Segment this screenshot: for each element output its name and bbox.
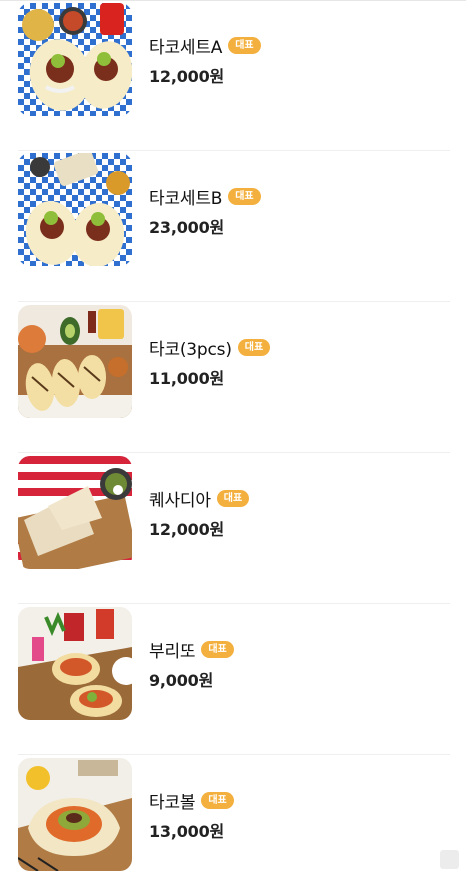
taco-set-photo[interactable] (18, 153, 132, 266)
menu-item-name: 부리또 (149, 641, 196, 662)
quesadilla-photo[interactable] (18, 456, 132, 569)
menu-item[interactable]: 퀘사디아 대표 12,000원 (0, 453, 466, 604)
tacos-photo[interactable] (18, 305, 132, 418)
menu-item-name: 타코(3pcs) (149, 339, 232, 360)
menu-item[interactable]: 부리또 대표 9,000원 (0, 604, 466, 755)
signature-badge: 대표 (237, 338, 271, 356)
taco-bowl-photo[interactable] (18, 758, 132, 871)
menu-item[interactable]: 타코세트B 대표 23,000원 (0, 151, 466, 302)
menu-item-price: 23,000원 (149, 218, 225, 237)
menu-item-price: 11,000원 (149, 369, 225, 388)
menu-item-name: 퀘사디아 (149, 490, 211, 511)
signature-badge: 대표 (216, 489, 250, 507)
signature-badge: 대표 (201, 640, 234, 658)
scroll-to-top-button[interactable] (440, 850, 459, 869)
menu-list: 타코세트A 대표 12,000원 타코세트B 대표 23,000원 타코(3pc… (0, 0, 466, 871)
taco-set-photo[interactable] (18, 3, 132, 116)
menu-item[interactable]: 타코세트A 대표 12,000원 (0, 0, 466, 151)
menu-item-price: 13,000원 (149, 822, 225, 841)
menu-item[interactable]: 타코볼 대표 13,000원 (0, 755, 466, 871)
signature-badge: 대표 (228, 187, 261, 205)
menu-item-name: 타코볼 (149, 792, 196, 813)
menu-item-name: 타코세트A (149, 37, 223, 58)
signature-badge: 대표 (201, 791, 234, 809)
signature-badge: 대표 (228, 36, 261, 54)
menu-item-price: 12,000원 (149, 67, 225, 86)
burrito-photo[interactable] (18, 607, 132, 720)
menu-item-price: 12,000원 (149, 520, 225, 539)
menu-item-name: 타코세트B (149, 188, 223, 209)
menu-item-price: 9,000원 (149, 671, 214, 690)
menu-item[interactable]: 타코(3pcs) 대표 11,000원 (0, 302, 466, 453)
